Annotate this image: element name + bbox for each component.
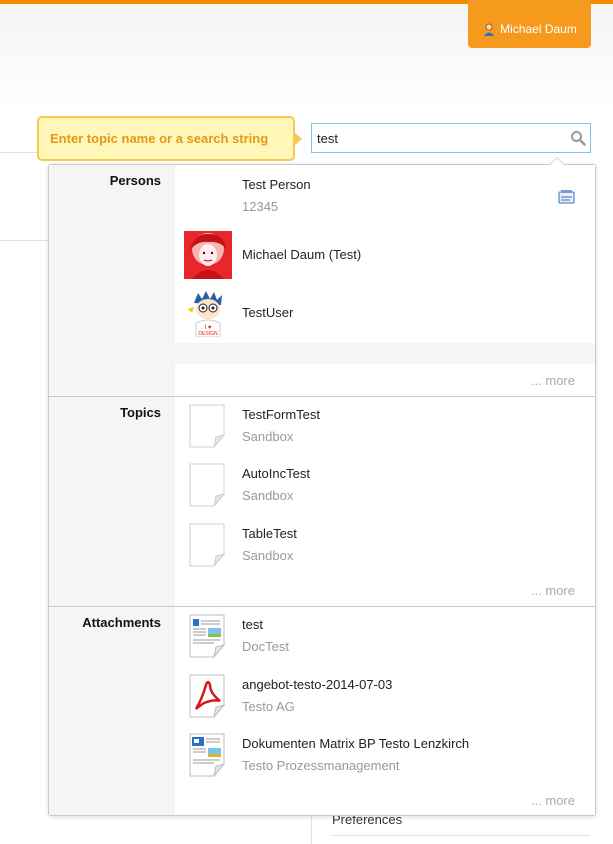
result-title: test — [242, 617, 263, 632]
vcard-icon[interactable] — [558, 189, 575, 204]
avatar — [184, 231, 232, 279]
more-link[interactable]: ... more — [531, 793, 575, 808]
result-item-person[interactable]: I ♥ DESIGN TestUser — [175, 285, 595, 345]
result-item-person[interactable]: Michael Daum (Test) — [175, 227, 595, 287]
section-label: Attachments — [49, 607, 175, 815]
search-hint-tooltip: Enter topic name or a search string — [37, 116, 302, 161]
result-item-topic[interactable]: TableTest Sandbox — [175, 516, 595, 576]
result-item-topic[interactable]: AutoIncTest Sandbox — [175, 456, 595, 516]
user-name: Michael Daum — [500, 22, 577, 36]
results-footer-band — [175, 343, 595, 364]
persons-section: Persons Test Person 12345 Michael Daum (… — [49, 165, 595, 396]
section-label: Topics — [49, 397, 175, 606]
result-detail: Sandbox — [242, 548, 294, 563]
result-detail: DocTest — [242, 639, 289, 654]
user-icon — [484, 23, 495, 36]
document-icon — [189, 523, 226, 567]
result-detail: Testo Prozessmanagement — [242, 758, 400, 773]
result-detail: 12345 — [242, 199, 279, 214]
column-divider — [311, 816, 312, 844]
doc-file-icon — [189, 614, 226, 658]
avatar: I ♥ DESIGN — [188, 291, 222, 337]
result-title: AutoIncTest — [242, 466, 310, 481]
result-title: Michael Daum (Test) — [242, 247, 362, 262]
more-link[interactable]: ... more — [531, 583, 575, 598]
pdf-file-icon — [189, 674, 226, 718]
section-label: Persons — [49, 165, 175, 396]
page-divider — [332, 835, 590, 836]
search-box[interactable] — [311, 123, 591, 153]
result-item-attachment[interactable]: Dokumenten Matrix BP Testo Lenzkirch Tes… — [175, 726, 595, 786]
result-item-attachment[interactable]: angebot-testo-2014-07-03 Testo AG — [175, 667, 595, 727]
result-title: TestUser — [242, 305, 294, 320]
document-icon — [189, 404, 226, 448]
page-divider — [0, 240, 48, 241]
result-title: TableTest — [242, 526, 297, 541]
more-link[interactable]: ... more — [531, 373, 575, 388]
attachments-section: Attachments test DocTest angebot-testo-2… — [49, 607, 595, 815]
result-detail: Sandbox — [242, 429, 294, 444]
search-input[interactable] — [312, 125, 562, 151]
user-menu-button[interactable]: Michael Daum — [468, 0, 591, 48]
search-icon[interactable] — [570, 130, 586, 146]
result-title: Test Person — [242, 177, 311, 192]
result-item-topic[interactable]: TestFormTest Sandbox — [175, 397, 595, 457]
topics-section: Topics TestFormTest Sandbox AutoIncTest … — [49, 397, 595, 606]
document-icon — [189, 463, 226, 507]
svg-text:DESIGN: DESIGN — [198, 331, 218, 337]
result-detail: Sandbox — [242, 488, 294, 503]
result-item-person[interactable]: Test Person 12345 — [175, 167, 595, 227]
result-title: TestFormTest — [242, 407, 321, 422]
result-title: angebot-testo-2014-07-03 — [242, 677, 393, 692]
result-item-attachment[interactable]: test DocTest — [175, 607, 595, 667]
section-body: test DocTest angebot-testo-2014-07-03 Te… — [175, 607, 595, 815]
result-detail: Testo AG — [242, 699, 295, 714]
result-title: Dokumenten Matrix BP Testo Lenzkirch — [242, 736, 470, 751]
section-body: TestFormTest Sandbox AutoIncTest Sandbox… — [175, 397, 595, 606]
doc-file-icon — [189, 733, 226, 777]
section-body: Test Person 12345 Michael Daum (Test) I … — [175, 165, 595, 396]
search-results-dropdown: Persons Test Person 12345 Michael Daum (… — [48, 157, 596, 816]
